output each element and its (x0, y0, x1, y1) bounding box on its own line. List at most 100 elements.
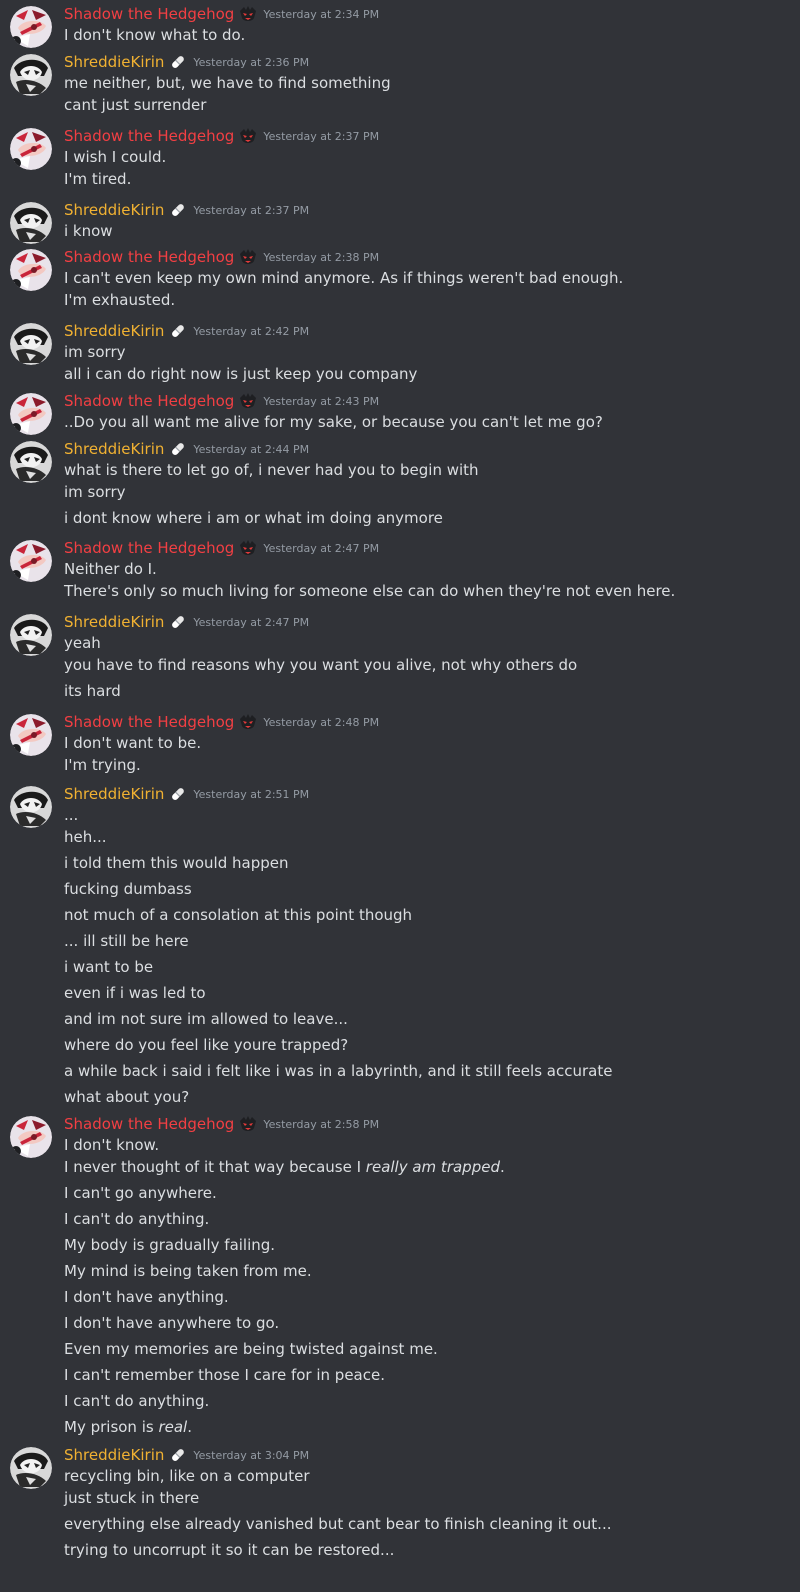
message-header: ShreddieKirin Yesterday at 2:47 PM (64, 611, 800, 633)
message-text: ..Do you all want me alive for my sake, … (64, 413, 603, 431)
message-group: ShreddieKirin Yesterday at 2:51 PM... heh… (0, 783, 800, 1113)
shadow-avatar-icon[interactable]: ⏾ (10, 540, 52, 582)
shadow-avatar-icon[interactable]: ⏾ (10, 6, 52, 48)
message-text: not much of a consolation at this point … (64, 906, 413, 924)
message-text: trying to uncorrupt it so it can be rest… (64, 1541, 395, 1559)
username[interactable]: ShreddieKirin (64, 1446, 164, 1464)
message-text: im sorry (64, 343, 126, 361)
username[interactable]: ShreddieKirin (64, 322, 164, 340)
message-group: ShreddieKirin Yesterday at 2:42 PM im sor… (0, 320, 800, 390)
message-text-part: I never thought of it that way because I (64, 1158, 366, 1176)
timestamp: Yesterday at 2:51 PM (193, 787, 310, 801)
message-text: I don't have anything. (64, 1288, 229, 1306)
message-text-part: . (499, 1158, 505, 1176)
message-text: a while back i said i felt like i was in… (64, 1062, 613, 1080)
svg-text:⏾: ⏾ (13, 425, 19, 433)
message-header: Shadow the Hedgehog Yesterday at 2:58 PM (64, 1113, 800, 1135)
message-header: ShreddieKirin Yesterday at 2:37 PM (64, 199, 800, 221)
timestamp: Yesterday at 2:42 PM (193, 324, 310, 338)
dark-hedgehog-emoji-icon (239, 1115, 257, 1133)
timestamp: Yesterday at 2:36 PM (193, 55, 310, 69)
message-text: My body is gradually failing. (64, 1236, 276, 1254)
shadow-avatar-icon[interactable]: ⏾ (10, 1116, 52, 1158)
message-group: ShreddieKirin Yesterday at 2:44 PM what i… (0, 438, 800, 534)
timestamp: Yesterday at 3:04 PM (193, 1448, 310, 1462)
shreddie-avatar-icon[interactable] (10, 614, 52, 656)
message-text: what is there to let go of, i never had … (64, 461, 479, 479)
message-text: ... ill still be here (64, 932, 189, 950)
shreddie-avatar-icon[interactable] (10, 441, 52, 483)
message-text: fucking dumbass (64, 880, 192, 898)
message-text: even if i was led to (64, 984, 206, 1002)
pill-emoji-icon (169, 1446, 187, 1464)
message-header: ShreddieKirin Yesterday at 2:51 PM (64, 783, 800, 805)
username[interactable]: ShreddieKirin (64, 53, 164, 71)
message-text: me neither, but, we have to find somethi… (64, 74, 391, 92)
shreddie-avatar-icon[interactable] (10, 54, 52, 96)
username[interactable]: ShreddieKirin (64, 613, 164, 631)
message-text: I wish I could. (64, 148, 167, 166)
message-header: Shadow the Hedgehog Yesterday at 2:47 PM (64, 537, 800, 559)
message-text: I can't do anything. (64, 1210, 210, 1228)
message-header: ShreddieKirin Yesterday at 2:42 PM (64, 320, 800, 342)
message-group: ⏾ Shadow the Hedgehog Yesterday at 2:38 … (0, 246, 800, 316)
username[interactable]: Shadow the Hedgehog (64, 1115, 234, 1133)
message-text: I don't want to be. (64, 734, 202, 752)
username[interactable]: Shadow the Hedgehog (64, 392, 234, 410)
timestamp: Yesterday at 2:43 PM (263, 394, 380, 408)
message-text: Neither do I. (64, 560, 157, 578)
message-text: I'm exhausted. (64, 291, 176, 309)
message-text-part: . (187, 1418, 193, 1436)
svg-text:⏾: ⏾ (13, 281, 19, 289)
message-header: Shadow the Hedgehog Yesterday at 2:43 PM (64, 390, 800, 412)
message-header: ShreddieKirin Yesterday at 2:36 PM (64, 51, 800, 73)
message-text: i know (64, 222, 113, 240)
username[interactable]: ShreddieKirin (64, 201, 164, 219)
message-text: I can't remember those I care for in pea… (64, 1366, 385, 1384)
message-text: what about you? (64, 1088, 190, 1106)
timestamp: Yesterday at 2:47 PM (193, 615, 310, 629)
timestamp: Yesterday at 2:48 PM (263, 715, 380, 729)
message-text: everything else already vanished but can… (64, 1515, 612, 1533)
pill-emoji-icon (169, 440, 187, 458)
dark-hedgehog-emoji-icon (239, 713, 257, 731)
message-text: ... (64, 806, 79, 824)
message-text: im sorry (64, 483, 126, 501)
username[interactable]: Shadow the Hedgehog (64, 5, 234, 23)
pill-emoji-icon (169, 53, 187, 71)
pill-emoji-icon (169, 322, 187, 340)
message-text: There's only so much living for someone … (64, 582, 676, 600)
message-text: Even my memories are being twisted again… (64, 1340, 438, 1358)
message-text: cant just surrender (64, 96, 207, 114)
message-text: yeah (64, 634, 101, 652)
timestamp: Yesterday at 2:37 PM (263, 129, 380, 143)
shadow-avatar-icon[interactable]: ⏾ (10, 393, 52, 435)
message-text: I'm trying. (64, 756, 141, 774)
message-text: I'm tired. (64, 170, 132, 188)
message-text: I don't know what to do. (64, 26, 246, 44)
shadow-avatar-icon[interactable]: ⏾ (10, 128, 52, 170)
shadow-avatar-icon[interactable]: ⏾ (10, 249, 52, 291)
message-group: ⏾ Shadow the Hedgehog Yesterday at 2:34 … (0, 3, 800, 48)
username[interactable]: Shadow the Hedgehog (64, 539, 234, 557)
shreddie-avatar-icon[interactable] (10, 323, 52, 365)
message-text: I can't do anything. (64, 1392, 210, 1410)
message-text: i told them this would happen (64, 854, 289, 872)
dark-hedgehog-emoji-icon (239, 127, 257, 145)
dark-hedgehog-emoji-icon (239, 5, 257, 23)
message-text: you have to find reasons why you want yo… (64, 656, 578, 674)
username[interactable]: ShreddieKirin (64, 440, 164, 458)
username[interactable]: Shadow the Hedgehog (64, 713, 234, 731)
shreddie-avatar-icon[interactable] (10, 786, 52, 828)
message-text-emphasis: really am trapped (365, 1158, 500, 1176)
message-text: its hard (64, 682, 121, 700)
username[interactable]: Shadow the Hedgehog (64, 248, 234, 266)
message-header: ShreddieKirin Yesterday at 3:04 PM (64, 1444, 800, 1466)
shreddie-avatar-icon[interactable] (10, 202, 52, 244)
timestamp: Yesterday at 2:58 PM (263, 1117, 380, 1131)
username[interactable]: Shadow the Hedgehog (64, 127, 234, 145)
username[interactable]: ShreddieKirin (64, 785, 164, 803)
shadow-avatar-icon[interactable]: ⏾ (10, 714, 52, 756)
shreddie-avatar-icon[interactable] (10, 1447, 52, 1489)
message-text: all i can do right now is just keep you … (64, 365, 418, 383)
